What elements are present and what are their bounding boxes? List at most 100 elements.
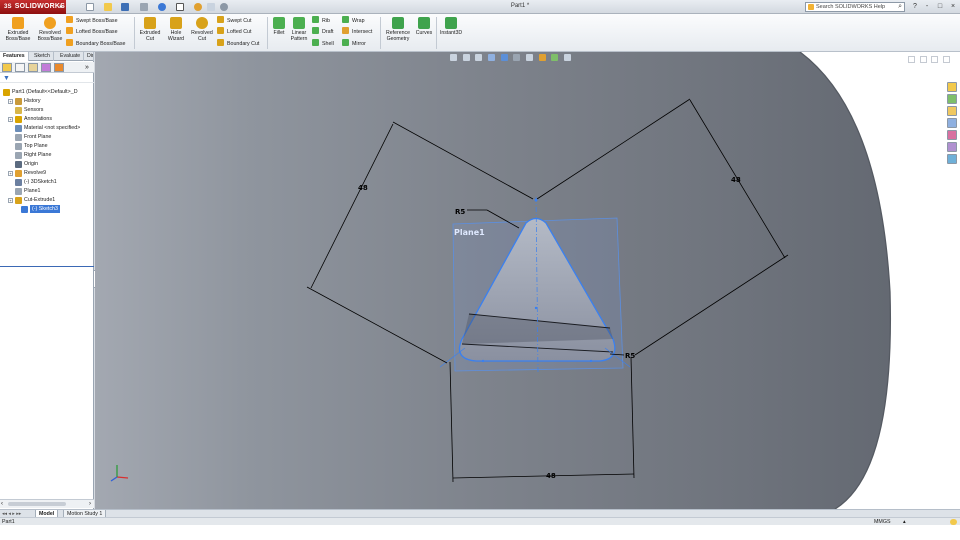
display-manager-icon[interactable] bbox=[54, 63, 64, 72]
radius-right-label[interactable]: R5 bbox=[625, 352, 635, 360]
hole-wizard-button[interactable]: Hole Wizard bbox=[164, 17, 188, 42]
dimension-top-left[interactable]: 48 bbox=[358, 184, 368, 192]
revolved-cut-button[interactable]: Revolved Cut bbox=[189, 17, 215, 42]
tree-item[interactable]: (-) 3DSketch1 bbox=[0, 178, 94, 187]
design-library-icon[interactable] bbox=[947, 94, 957, 104]
zoom-to-fit-icon[interactable] bbox=[450, 54, 457, 61]
solidworks-resources-icon[interactable] bbox=[947, 82, 957, 92]
curves-button[interactable]: Curves bbox=[414, 17, 434, 36]
tree-item[interactable]: Right Plane bbox=[0, 151, 94, 160]
select-icon[interactable] bbox=[176, 3, 184, 11]
print-icon[interactable] bbox=[140, 3, 148, 11]
revolved-boss-button[interactable]: Revolved Boss/Base bbox=[36, 17, 64, 42]
intersect-button[interactable]: Intersect bbox=[342, 27, 372, 36]
viewport-close-icon[interactable] bbox=[943, 56, 950, 63]
fillet-button[interactable]: Fillet bbox=[270, 17, 288, 36]
apply-scene-icon[interactable] bbox=[551, 54, 559, 61]
hide-show-icon[interactable] bbox=[526, 54, 534, 61]
scroll-left-icon[interactable]: ‹ bbox=[1, 500, 3, 508]
rebuild-icon[interactable] bbox=[194, 3, 202, 11]
extruded-cut-button[interactable]: Extruded Cut bbox=[137, 17, 163, 42]
tree-item[interactable]: Plane1 bbox=[0, 187, 94, 196]
tab-dimxpert[interactable]: DimXpert bbox=[84, 52, 94, 61]
expand-icon[interactable]: + bbox=[8, 117, 13, 122]
tree-item[interactable]: (-) Sketch3 bbox=[0, 205, 94, 214]
tab-sketch[interactable]: Sketch bbox=[31, 52, 54, 61]
tree-item[interactable]: + History bbox=[0, 97, 94, 106]
dimension-top-right[interactable]: 48 bbox=[731, 176, 741, 184]
edit-appearance-icon[interactable] bbox=[538, 54, 546, 61]
file-properties-icon[interactable] bbox=[207, 3, 215, 11]
draft-button[interactable]: Draft bbox=[312, 27, 333, 36]
restore-button[interactable]: □ bbox=[935, 2, 945, 11]
scroll-thumb[interactable] bbox=[8, 502, 66, 506]
viewport-minimize-icon[interactable] bbox=[919, 56, 927, 63]
viewport-tile-icon[interactable] bbox=[907, 56, 915, 63]
dimxpert-manager-icon[interactable] bbox=[41, 63, 51, 72]
scroll-right-icon[interactable]: › bbox=[89, 500, 91, 508]
save-icon[interactable] bbox=[121, 3, 129, 11]
solidworks-logo[interactable]: 3S SOLIDWORKS ▸ bbox=[0, 0, 66, 14]
tree-item[interactable]: + Revolve9 bbox=[0, 169, 94, 178]
appearances-icon[interactable] bbox=[947, 130, 957, 140]
boundary-boss-button[interactable]: Boundary Boss/Base bbox=[66, 39, 125, 48]
sketch-point[interactable] bbox=[534, 198, 538, 202]
tree-item[interactable]: + Cut-Extrude1 bbox=[0, 196, 94, 205]
tree-item[interactable]: Top Plane bbox=[0, 142, 94, 151]
section-view-icon[interactable] bbox=[488, 54, 496, 61]
solidworks-forum-icon[interactable] bbox=[947, 154, 957, 164]
expand-icon[interactable]: + bbox=[8, 99, 13, 104]
display-style-icon[interactable] bbox=[513, 54, 521, 61]
wrap-button[interactable]: Wrap bbox=[342, 16, 365, 25]
mirror-button[interactable]: Mirror bbox=[342, 39, 366, 48]
custom-properties-icon[interactable] bbox=[947, 142, 957, 152]
sketch-point[interactable] bbox=[534, 306, 538, 310]
linear-pattern-button[interactable]: Linear Pattern bbox=[288, 17, 310, 42]
search-help-input[interactable]: Search SOLIDWORKS Help ⌕ bbox=[805, 2, 905, 12]
feature-manager-icon[interactable] bbox=[2, 63, 12, 72]
more-tabs-icon[interactable]: » bbox=[85, 63, 89, 72]
sketch-point[interactable] bbox=[589, 359, 593, 363]
tree-item[interactable]: Sensors bbox=[0, 106, 94, 115]
tab-evaluate[interactable]: Evaluate bbox=[57, 52, 85, 61]
model-view[interactable]: Plane1 48 48 48 R5 R5 bbox=[95, 52, 960, 509]
expand-icon[interactable]: + bbox=[8, 171, 13, 176]
file-explorer-icon[interactable] bbox=[947, 106, 957, 116]
configuration-manager-icon[interactable] bbox=[28, 63, 38, 72]
undo-icon[interactable] bbox=[158, 3, 166, 11]
tree-item[interactable]: Material <not specified> bbox=[0, 124, 94, 133]
previous-view-icon[interactable] bbox=[475, 54, 483, 61]
search-icon[interactable]: ⌕ bbox=[898, 3, 902, 11]
minimize-button[interactable]: - bbox=[922, 2, 932, 11]
rib-button[interactable]: Rib bbox=[312, 16, 330, 25]
swept-cut-button[interactable]: Swept Cut bbox=[217, 16, 251, 25]
zoom-area-icon[interactable] bbox=[462, 54, 470, 61]
tree-item[interactable]: + Annotations bbox=[0, 115, 94, 124]
reference-geometry-button[interactable]: Reference Geometry bbox=[383, 17, 413, 42]
property-manager-icon[interactable] bbox=[15, 63, 25, 72]
view-orientation-icon[interactable] bbox=[500, 54, 508, 61]
viewport-maximize-icon[interactable] bbox=[931, 56, 939, 63]
tree-filter[interactable]: ▼ bbox=[0, 74, 94, 83]
graphics-area[interactable]: Plane1 48 48 48 R5 R5 bbox=[95, 52, 960, 509]
new-document-icon[interactable] bbox=[86, 3, 94, 11]
expand-icon[interactable]: + bbox=[8, 198, 13, 203]
extruded-boss-button[interactable]: Extruded Boss/Base bbox=[4, 17, 32, 42]
options-icon[interactable] bbox=[220, 3, 228, 11]
view-settings-icon[interactable] bbox=[564, 54, 572, 61]
open-icon[interactable] bbox=[104, 3, 112, 11]
horizontal-scrollbar[interactable]: ‹ › bbox=[0, 499, 94, 508]
dimension-bottom[interactable]: 48 bbox=[546, 472, 556, 480]
radius-top-label[interactable]: R5 bbox=[455, 208, 465, 216]
sketch-point[interactable] bbox=[481, 359, 485, 363]
help-button[interactable]: ? bbox=[910, 2, 920, 11]
rollback-bar[interactable] bbox=[0, 266, 94, 267]
swept-boss-button[interactable]: Swept Boss/Base bbox=[66, 16, 118, 25]
tree-item[interactable]: Part1 (Default<<Default>_D bbox=[0, 88, 94, 97]
boundary-cut-button[interactable]: Boundary Cut bbox=[217, 39, 259, 48]
shell-button[interactable]: Shell bbox=[312, 39, 334, 48]
tree-item[interactable]: Origin bbox=[0, 160, 94, 169]
view-palette-icon[interactable] bbox=[947, 118, 957, 128]
lofted-boss-button[interactable]: Lofted Boss/Base bbox=[66, 27, 118, 36]
instant3d-button[interactable]: Instant3D bbox=[438, 17, 464, 36]
